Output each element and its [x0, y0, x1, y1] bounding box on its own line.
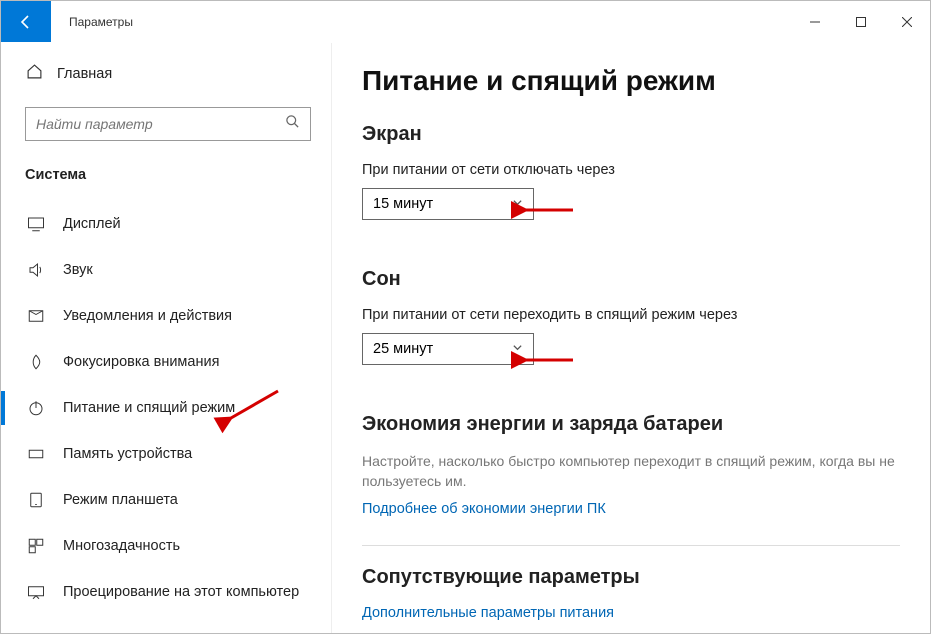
storage-icon: [27, 445, 45, 463]
sidebar-item-tablet[interactable]: Режим планшета: [25, 477, 331, 523]
sidebar-item-label: Дисплей: [63, 216, 121, 232]
sidebar-item-storage[interactable]: Память устройства: [25, 431, 331, 477]
app-title: Параметры: [51, 1, 792, 42]
energy-text: Настройте, насколько быстро компьютер пе…: [362, 452, 900, 491]
screen-off-select[interactable]: 15 минут: [362, 188, 534, 220]
sidebar-item-label: Уведомления и действия: [63, 308, 232, 324]
sidebar-home-label: Главная: [57, 66, 112, 82]
focus-icon: [27, 353, 45, 371]
home-icon: [25, 63, 43, 85]
search-input[interactable]: [25, 107, 311, 141]
arrow-left-icon: [18, 14, 34, 30]
back-button[interactable]: [1, 1, 51, 42]
sidebar-item-power[interactable]: Питание и спящий режим: [25, 385, 331, 431]
sidebar-item-notifications[interactable]: Уведомления и действия: [25, 293, 331, 339]
sidebar-group-title: Система: [25, 167, 331, 183]
minimize-button[interactable]: [792, 1, 838, 42]
sleep-select[interactable]: 25 минут: [362, 333, 534, 365]
multitask-icon: [27, 537, 45, 555]
projecting-icon: [27, 583, 45, 601]
sidebar-item-focus[interactable]: Фокусировка внимания: [25, 339, 331, 385]
chevron-down-icon: [512, 196, 523, 212]
sidebar-item-label: Звук: [63, 262, 93, 278]
sleep-heading: Сон: [362, 268, 900, 291]
sound-icon: [27, 261, 45, 279]
sidebar-item-label: Питание и спящий режим: [63, 400, 235, 416]
chevron-down-icon: [512, 341, 523, 357]
tablet-icon: [27, 491, 45, 509]
sidebar-item-label: Память устройства: [63, 446, 192, 462]
content: Питание и спящий режим Экран При питании…: [331, 43, 930, 633]
display-icon: [27, 215, 45, 233]
sidebar-item-projecting[interactable]: Проецирование на этот компьютер: [25, 569, 331, 615]
close-button[interactable]: [884, 1, 930, 42]
sleep-value: 25 минут: [373, 341, 433, 357]
sidebar-item-label: Многозадачность: [63, 538, 180, 554]
screen-off-label: При питании от сети отключать через: [362, 162, 900, 178]
sidebar-item-label: Проецирование на этот компьютер: [63, 584, 299, 600]
nav-list: Дисплей Звук Уведомления и действия Фоку…: [25, 201, 331, 615]
sidebar: Главная Система Дисплей Звук Уведомления…: [1, 43, 331, 633]
search-field[interactable]: [36, 116, 285, 132]
sidebar-home[interactable]: Главная: [25, 63, 331, 85]
divider: [362, 545, 900, 546]
window-controls: [792, 1, 930, 42]
power-icon: [27, 399, 45, 417]
sidebar-item-display[interactable]: Дисплей: [25, 201, 331, 247]
sidebar-item-label: Фокусировка внимания: [63, 354, 219, 370]
energy-heading: Экономия энергии и заряда батареи: [362, 413, 900, 436]
page-title: Питание и спящий режим: [362, 65, 900, 97]
related-link[interactable]: Дополнительные параметры питания: [362, 605, 900, 621]
sidebar-item-multitask[interactable]: Многозадачность: [25, 523, 331, 569]
related-heading: Сопутствующие параметры: [362, 566, 900, 589]
screen-off-value: 15 минут: [373, 196, 433, 212]
screen-heading: Экран: [362, 123, 900, 146]
sleep-label: При питании от сети переходить в спящий …: [362, 307, 900, 323]
notifications-icon: [27, 307, 45, 325]
maximize-button[interactable]: [838, 1, 884, 42]
energy-link[interactable]: Подробнее об экономии энергии ПК: [362, 501, 900, 517]
sidebar-item-sound[interactable]: Звук: [25, 247, 331, 293]
titlebar: Параметры: [1, 1, 930, 43]
sidebar-item-label: Режим планшета: [63, 492, 178, 508]
search-icon: [285, 114, 300, 134]
